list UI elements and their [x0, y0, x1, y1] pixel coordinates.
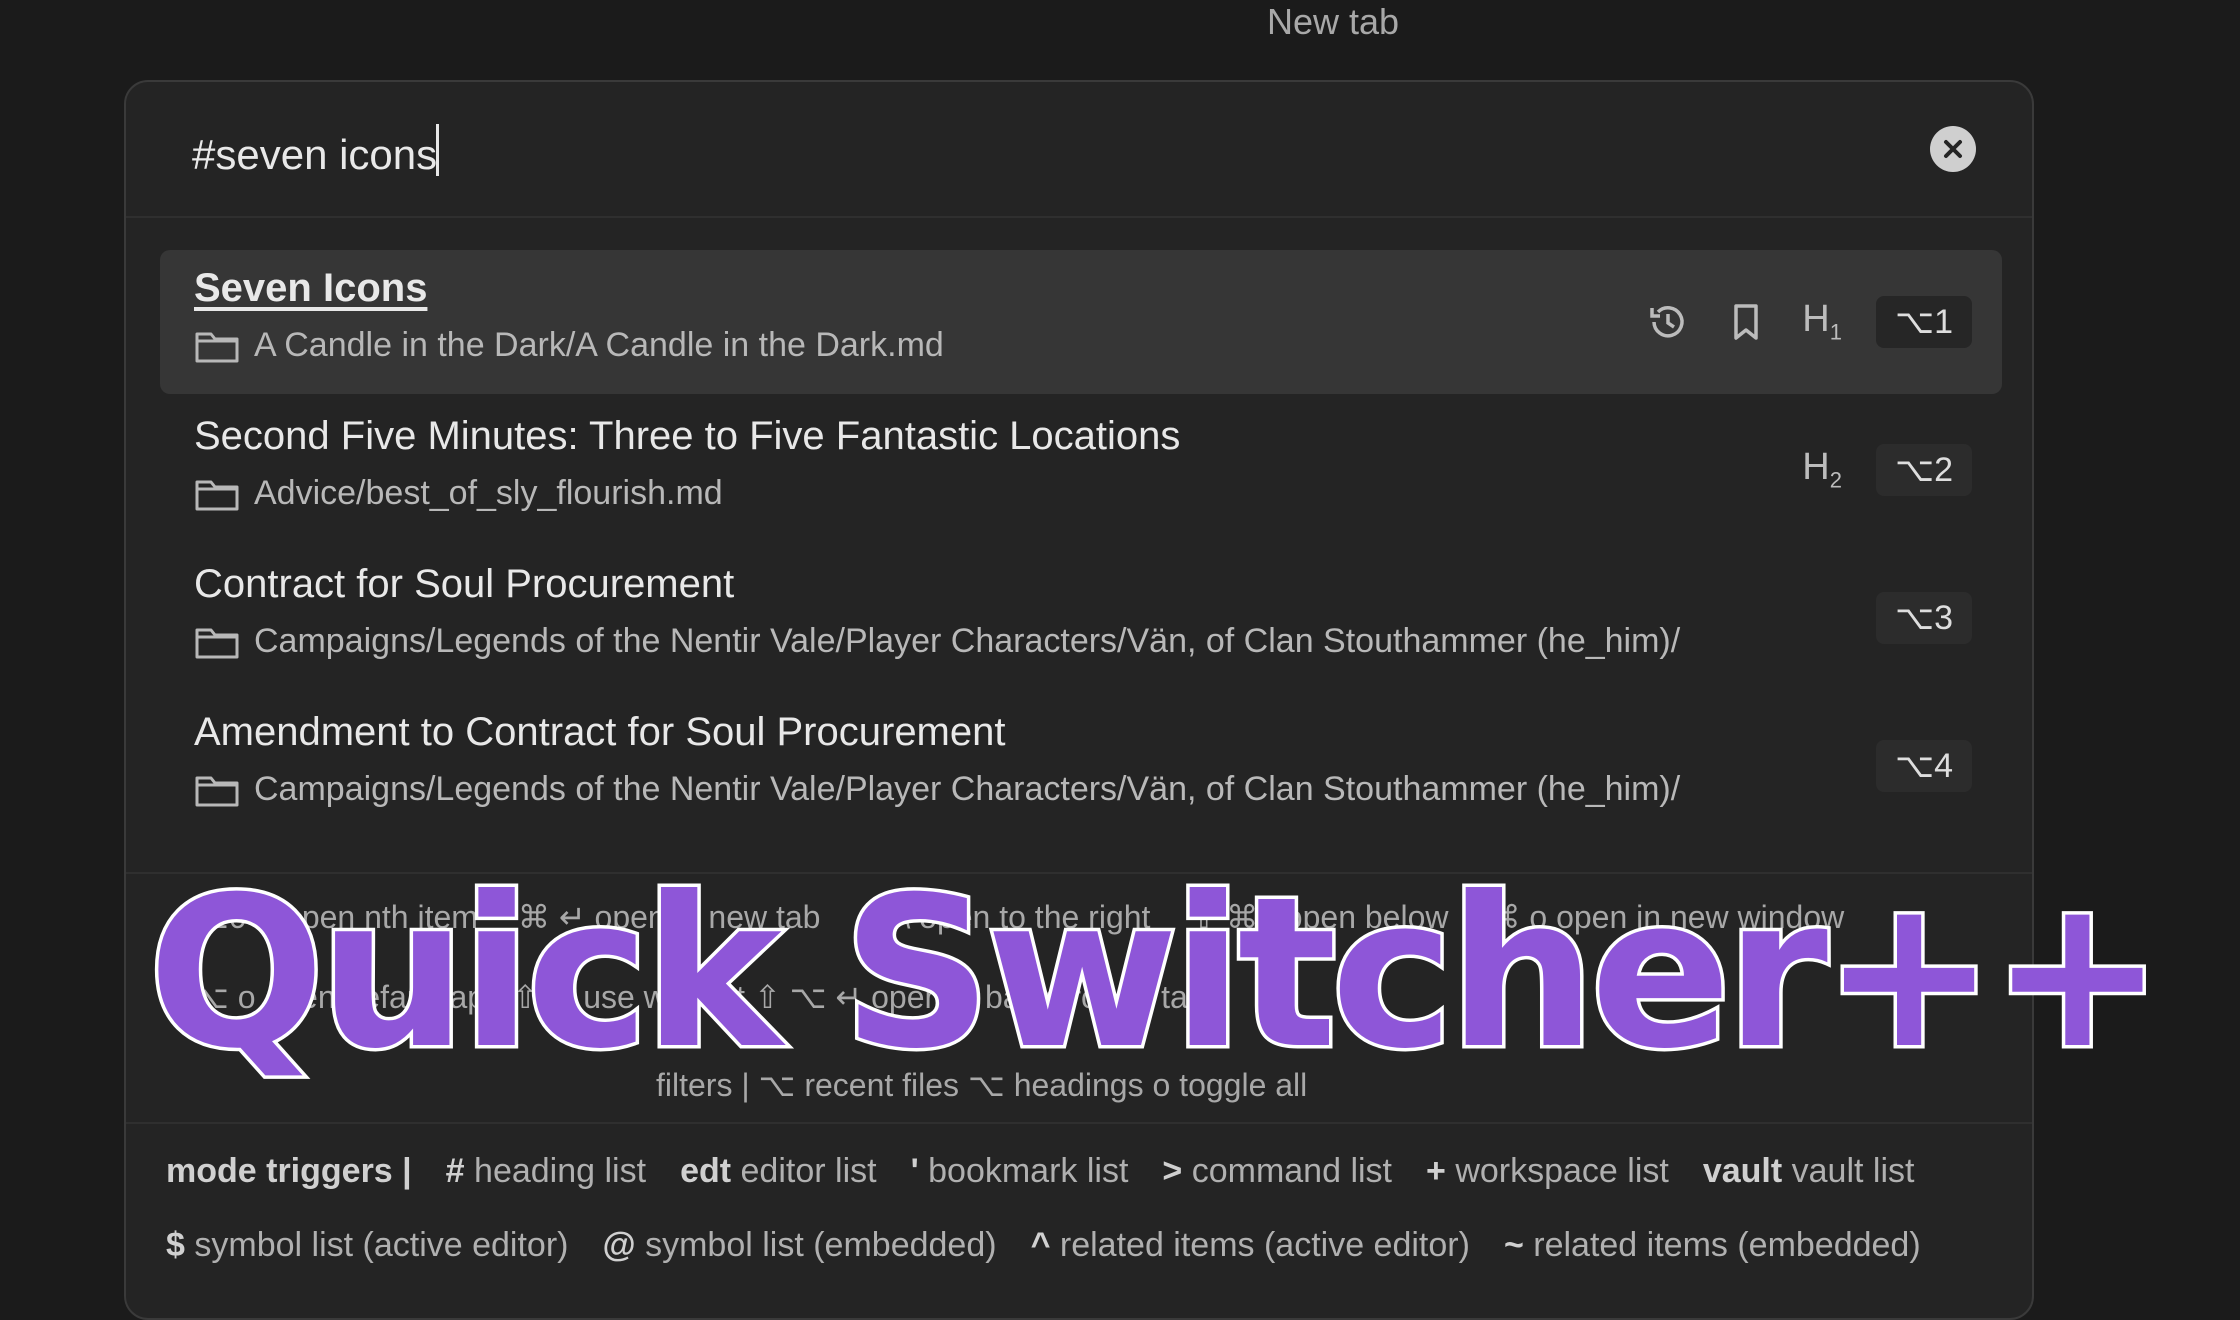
mode-triggers-row-1: mode triggers | # heading list edt edito…: [166, 1152, 2002, 1191]
bookmark-icon[interactable]: [1724, 300, 1768, 344]
hotkey-badge: ⌥3: [1876, 592, 1972, 644]
trigger-item: + workspace list: [1426, 1152, 1669, 1190]
result-path: A Candle in the Dark/A Candle in the Dar…: [194, 326, 944, 365]
result-item[interactable]: Contract for Soul Procurement Campaigns/…: [160, 546, 2002, 690]
folder-icon: [195, 480, 239, 510]
trigger-item: ~ related items (embedded): [1503, 1226, 1921, 1264]
result-item[interactable]: Second Five Minutes: Three to Five Fanta…: [160, 398, 2002, 542]
result-item[interactable]: Seven Icons A Candle in the Dark/A Candl…: [160, 250, 2002, 394]
history-icon[interactable]: [1646, 300, 1690, 344]
result-path: Campaigns/Legends of the Nentir Vale/Pla…: [194, 770, 1680, 809]
close-icon: [1944, 140, 1962, 158]
trigger-item: > command list: [1162, 1152, 1392, 1190]
result-path-text: Campaigns/Legends of the Nentir Vale/Pla…: [254, 770, 1681, 808]
quick-switcher-modal: Seven Icons A Candle in the Dark/A Candl…: [124, 80, 2034, 1320]
folder-icon: [195, 776, 239, 806]
result-actions: H1 ⌥1: [1646, 294, 1972, 350]
result-actions: ⌥3: [1876, 590, 1972, 646]
trigger-item: @ symbol list (embedded): [602, 1226, 997, 1264]
search-input[interactable]: [192, 120, 1692, 190]
search-row: [126, 82, 2032, 218]
trigger-item: ^ related items (active editor): [1030, 1226, 1470, 1264]
hotkey-badge: ⌥1: [1876, 296, 1972, 348]
trigger-item: edt editor list: [680, 1152, 877, 1190]
result-path: Advice/best_of_sly_flourish.md: [194, 474, 723, 513]
result-path-text: Advice/best_of_sly_flourish.md: [254, 474, 723, 512]
folder-icon: [195, 628, 239, 658]
result-path: Campaigns/Legends of the Nentir Vale/Pla…: [194, 622, 1680, 661]
trigger-item: $ symbol list (active editor): [166, 1226, 569, 1264]
heading-level: H2: [1802, 446, 1842, 493]
trigger-item: ' bookmark list: [910, 1152, 1129, 1190]
trigger-item: # heading list: [445, 1152, 647, 1190]
hotkey-badge: ⌥2: [1876, 444, 1972, 496]
result-path-text: A Candle in the Dark/A Candle in the Dar…: [254, 326, 944, 364]
hotkey-badge: ⌥4: [1876, 740, 1972, 792]
result-title: Amendment to Contract for Soul Procureme…: [194, 710, 1006, 754]
mode-triggers-row-2: $ symbol list (active editor) @ symbol l…: [166, 1226, 2002, 1265]
divider: [126, 1122, 2032, 1124]
tab-title[interactable]: New tab: [1100, 0, 1566, 44]
text-caret: [436, 124, 439, 176]
result-path-text: Campaigns/Legends of the Nentir Vale/Pla…: [254, 622, 1681, 660]
heading-level: H1: [1802, 298, 1842, 345]
title-banner: Quick Switcher++: [145, 853, 2169, 1095]
result-actions: ⌥4: [1876, 738, 1972, 794]
trigger-item: vault vault list: [1702, 1152, 1915, 1190]
result-title: Contract for Soul Procurement: [194, 562, 735, 606]
results-list: Seven Icons A Candle in the Dark/A Candl…: [160, 250, 2002, 842]
result-title: Second Five Minutes: Three to Five Fanta…: [194, 414, 1181, 458]
mode-triggers-label: mode triggers |: [166, 1152, 412, 1190]
folder-icon: [195, 332, 239, 362]
result-actions: H2 ⌥2: [1802, 442, 1972, 498]
result-item[interactable]: Amendment to Contract for Soul Procureme…: [160, 694, 2002, 838]
result-title: Seven Icons: [194, 266, 428, 310]
clear-search-button[interactable]: [1930, 126, 1976, 172]
